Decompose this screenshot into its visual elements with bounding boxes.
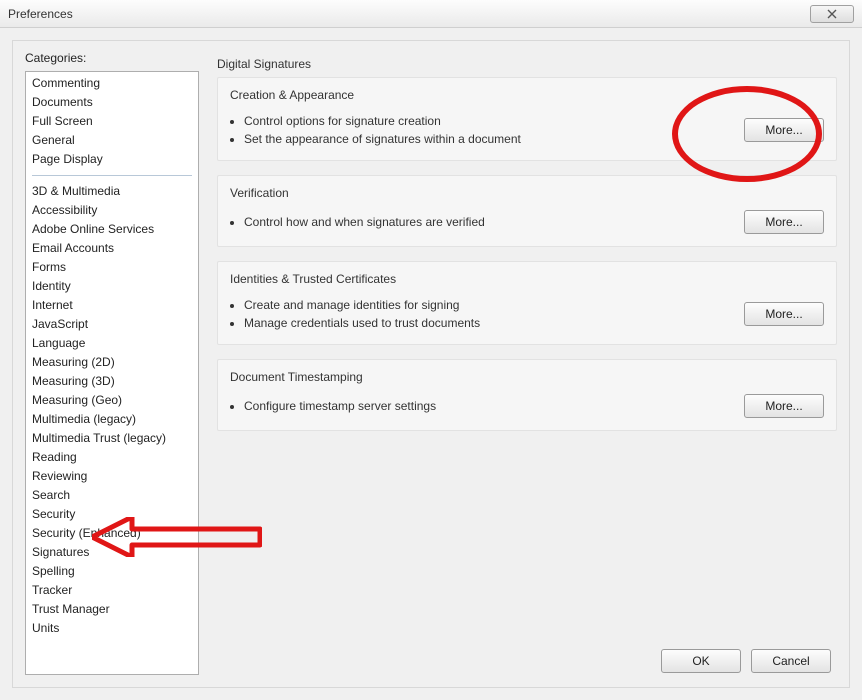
more-button[interactable]: More... [744, 210, 824, 234]
category-item[interactable]: Internet [26, 296, 198, 315]
group-bullet: Create and manage identities for signing [244, 296, 732, 314]
category-item[interactable]: 3D & Multimedia [26, 182, 198, 201]
titlebar: Preferences [0, 0, 862, 28]
group-bullets: Control how and when signatures are veri… [230, 213, 732, 231]
category-item[interactable]: Full Screen [26, 112, 198, 131]
group-body: Configure timestamp server settings More.… [230, 394, 824, 418]
group-title: Identities & Trusted Certificates [230, 272, 824, 286]
settings-column: Digital Signatures Creation & Appearance… [217, 51, 837, 675]
window-body: Categories: CommentingDocumentsFull Scre… [0, 28, 862, 700]
categories-listbox[interactable]: CommentingDocumentsFull ScreenGeneralPag… [25, 71, 199, 675]
preferences-panel: Categories: CommentingDocumentsFull Scre… [12, 40, 850, 688]
category-item[interactable]: Adobe Online Services [26, 220, 198, 239]
more-button[interactable]: More... [744, 118, 824, 142]
group-bullets: Control options for signature creationSe… [230, 112, 732, 148]
group-bullet: Control how and when signatures are veri… [244, 213, 732, 231]
window-title: Preferences [8, 7, 73, 21]
more-button[interactable]: More... [744, 394, 824, 418]
category-item[interactable]: Security [26, 505, 198, 524]
category-item[interactable]: Multimedia Trust (legacy) [26, 429, 198, 448]
category-item[interactable]: Multimedia (legacy) [26, 410, 198, 429]
category-item[interactable]: Spelling [26, 562, 198, 581]
category-item[interactable]: Accessibility [26, 201, 198, 220]
close-icon [825, 9, 839, 19]
dialog-footer: OK Cancel [661, 649, 831, 673]
ok-button[interactable]: OK [661, 649, 741, 673]
group-bullets: Create and manage identities for signing… [230, 296, 732, 332]
category-item[interactable]: Email Accounts [26, 239, 198, 258]
category-item[interactable]: Commenting [26, 74, 198, 93]
group-title: Creation & Appearance [230, 88, 824, 102]
group-bullet: Control options for signature creation [244, 112, 732, 130]
groups-container: Creation & Appearance Control options for… [217, 77, 837, 445]
group-bullets: Configure timestamp server settings [230, 397, 732, 415]
more-button[interactable]: More... [744, 302, 824, 326]
category-item[interactable]: Reviewing [26, 467, 198, 486]
group-bullet: Configure timestamp server settings [244, 397, 732, 415]
panel-heading: Digital Signatures [217, 57, 837, 71]
group-title: Document Timestamping [230, 370, 824, 384]
settings-group: Identities & Trusted Certificates Create … [217, 261, 837, 345]
category-item[interactable]: JavaScript [26, 315, 198, 334]
category-item[interactable]: Units [26, 619, 198, 638]
window-close-button[interactable] [810, 5, 854, 23]
group-title: Verification [230, 186, 824, 200]
category-divider [32, 175, 192, 176]
settings-group: Verification Control how and when signatu… [217, 175, 837, 247]
category-item[interactable]: Security (Enhanced) [26, 524, 198, 543]
category-item[interactable]: Search [26, 486, 198, 505]
category-item[interactable]: General [26, 131, 198, 150]
group-bullet: Set the appearance of signatures within … [244, 130, 732, 148]
settings-group: Document Timestamping Configure timestamp… [217, 359, 837, 431]
category-item[interactable]: Reading [26, 448, 198, 467]
categories-label: Categories: [25, 51, 199, 65]
settings-group: Creation & Appearance Control options for… [217, 77, 837, 161]
category-item[interactable]: Identity [26, 277, 198, 296]
category-item[interactable]: Documents [26, 93, 198, 112]
category-item[interactable]: Page Display [26, 150, 198, 169]
group-bullet: Manage credentials used to trust documen… [244, 314, 732, 332]
group-body: Control options for signature creationSe… [230, 112, 824, 148]
cancel-button[interactable]: Cancel [751, 649, 831, 673]
columns: Categories: CommentingDocumentsFull Scre… [25, 51, 837, 675]
category-item[interactable]: Signatures [26, 543, 198, 562]
category-item[interactable]: Tracker [26, 581, 198, 600]
category-item[interactable]: Measuring (2D) [26, 353, 198, 372]
category-item[interactable]: Forms [26, 258, 198, 277]
categories-column: Categories: CommentingDocumentsFull Scre… [25, 51, 199, 675]
category-item[interactable]: Measuring (3D) [26, 372, 198, 391]
group-body: Create and manage identities for signing… [230, 296, 824, 332]
category-item[interactable]: Measuring (Geo) [26, 391, 198, 410]
group-body: Control how and when signatures are veri… [230, 210, 824, 234]
category-item[interactable]: Trust Manager [26, 600, 198, 619]
category-item[interactable]: Language [26, 334, 198, 353]
